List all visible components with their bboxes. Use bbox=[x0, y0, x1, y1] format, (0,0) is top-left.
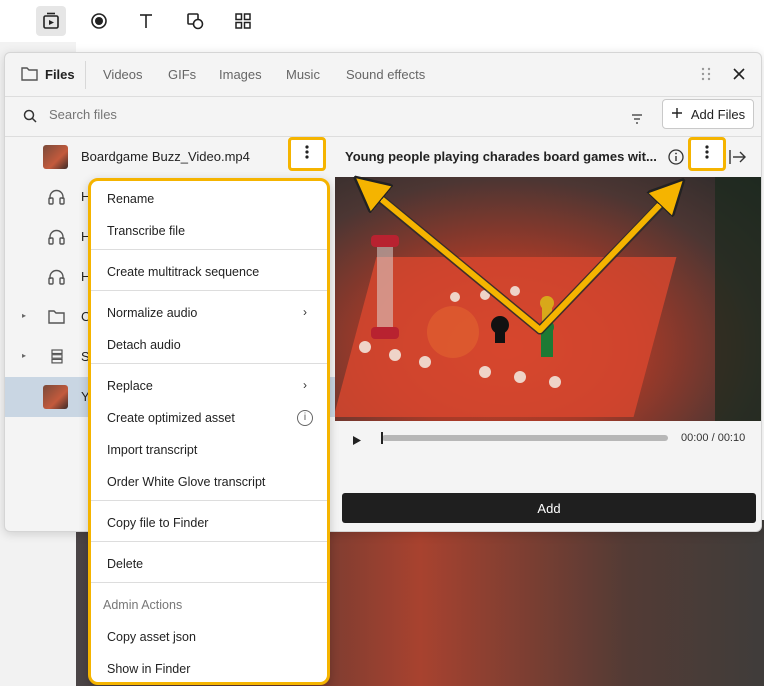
menu-item-delete[interactable]: Delete bbox=[107, 557, 143, 571]
add-files-button[interactable]: Add Files bbox=[662, 99, 754, 129]
menu-item-detach-audio[interactable]: Detach audio bbox=[107, 338, 181, 352]
stack-icon bbox=[51, 349, 63, 369]
more-vertical-icon bbox=[705, 144, 709, 164]
chevron-right-icon: › bbox=[303, 305, 307, 319]
menu-item-replace[interactable]: Replace bbox=[107, 379, 153, 393]
insert-icon[interactable] bbox=[729, 149, 747, 170]
video-preview[interactable] bbox=[335, 177, 761, 421]
menu-divider bbox=[91, 500, 327, 501]
media-tabs: Files Videos GIFs Images Music Sound eff… bbox=[5, 53, 761, 97]
context-menu: Rename Transcribe file Create multitrack… bbox=[88, 178, 330, 685]
more-vertical-icon bbox=[305, 144, 309, 164]
preview-title: Young people playing charades board game… bbox=[345, 149, 657, 164]
tab-gifs[interactable]: GIFs bbox=[168, 67, 196, 82]
folder-icon bbox=[21, 66, 38, 86]
folder-icon bbox=[48, 309, 65, 329]
video-frame-art bbox=[359, 177, 761, 421]
shapes-icon[interactable] bbox=[180, 6, 210, 36]
media-icon[interactable] bbox=[36, 6, 66, 36]
file-name: Boardgame Buzz_Video.mp4 bbox=[81, 149, 250, 164]
play-icon[interactable] bbox=[352, 433, 362, 451]
search-icon bbox=[23, 109, 37, 128]
tab-images[interactable]: Images bbox=[219, 67, 262, 82]
video-thumbnail bbox=[43, 145, 68, 169]
info-icon[interactable] bbox=[668, 149, 684, 170]
tab-files[interactable]: Files bbox=[45, 67, 75, 82]
plus-icon bbox=[671, 107, 683, 122]
menu-item-rename[interactable]: Rename bbox=[107, 192, 154, 206]
info-icon[interactable]: i bbox=[297, 410, 313, 426]
menu-item-transcribe[interactable]: Transcribe file bbox=[107, 224, 185, 238]
file-more-options-button[interactable] bbox=[288, 137, 326, 171]
menu-item-normalize-audio[interactable]: Normalize audio bbox=[107, 306, 197, 320]
menu-divider bbox=[91, 541, 327, 542]
menu-item-order-transcript[interactable]: Order White Glove transcript bbox=[107, 475, 265, 489]
menu-item-create-optimized[interactable]: Create optimized asset bbox=[107, 411, 235, 425]
grid-icon[interactable] bbox=[228, 6, 258, 36]
menu-divider bbox=[91, 290, 327, 291]
search-bar: Add Files bbox=[5, 97, 761, 137]
add-button[interactable]: Add bbox=[342, 493, 756, 523]
seek-handle[interactable] bbox=[381, 432, 383, 444]
menu-item-show-in-finder[interactable]: Show in Finder bbox=[107, 662, 190, 676]
tab-music[interactable]: Music bbox=[286, 67, 320, 82]
drag-handle-icon[interactable] bbox=[701, 67, 711, 86]
add-files-label: Add Files bbox=[690, 106, 746, 122]
expand-arrow-icon[interactable]: ▸ bbox=[22, 311, 26, 320]
headphones-icon bbox=[48, 189, 65, 210]
tab-sound-effects[interactable]: Sound effects bbox=[346, 67, 425, 82]
seek-bar[interactable] bbox=[382, 435, 668, 441]
admin-actions-header: Admin Actions bbox=[103, 598, 183, 612]
menu-divider bbox=[91, 363, 327, 364]
filter-icon[interactable] bbox=[631, 111, 643, 129]
menu-divider bbox=[91, 582, 327, 583]
menu-item-import-transcript[interactable]: Import transcript bbox=[107, 443, 197, 457]
menu-item-copy-to-finder[interactable]: Copy file to Finder bbox=[107, 516, 208, 530]
preview-more-options-button[interactable] bbox=[688, 137, 726, 171]
record-icon[interactable] bbox=[84, 6, 114, 36]
video-thumbnail bbox=[43, 385, 68, 409]
timecode: 00:00 / 00:10 bbox=[681, 432, 746, 444]
search-input[interactable] bbox=[49, 107, 449, 122]
headphones-icon bbox=[48, 229, 65, 250]
menu-item-copy-asset-json[interactable]: Copy asset json bbox=[107, 630, 196, 644]
video-controls: 00:00 / 00:10 bbox=[335, 421, 761, 457]
chevron-right-icon: › bbox=[303, 378, 307, 392]
file-row[interactable]: Boardgame Buzz_Video.mp4 bbox=[5, 137, 335, 177]
menu-item-create-multitrack[interactable]: Create multitrack sequence bbox=[107, 265, 259, 279]
menu-divider bbox=[91, 249, 327, 250]
top-toolbar bbox=[0, 0, 764, 42]
text-icon[interactable] bbox=[131, 6, 161, 36]
headphones-icon bbox=[48, 269, 65, 290]
tab-divider bbox=[85, 61, 86, 89]
close-icon[interactable] bbox=[732, 67, 746, 86]
expand-arrow-icon[interactable]: ▸ bbox=[22, 351, 26, 360]
tab-videos[interactable]: Videos bbox=[103, 67, 143, 82]
